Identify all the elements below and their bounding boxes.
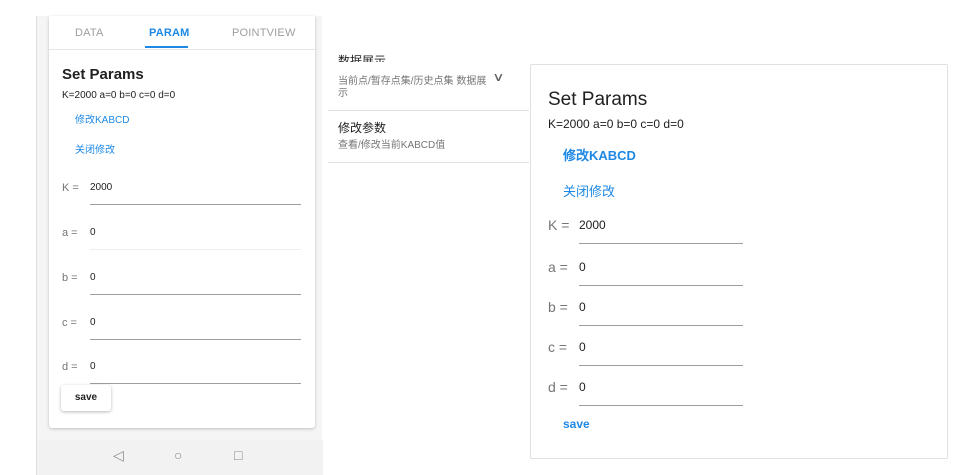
- menu-divider: [328, 162, 529, 163]
- tab-data[interactable]: DATA: [75, 27, 104, 39]
- menu-item-title: 修改参数: [338, 121, 387, 135]
- param-label-c: c =: [548, 339, 568, 355]
- params-summary: K=2000 a=0 b=0 c=0 d=0: [62, 90, 176, 101]
- param-field-a: a = 0: [548, 259, 748, 295]
- param-input-b[interactable]: 0: [90, 272, 96, 283]
- phone-preview: DATA PARAM POINTVIEW Set Params K=2000 a…: [36, 16, 323, 475]
- page: DATA PARAM POINTVIEW Set Params K=2000 a…: [0, 0, 968, 475]
- params-title: Set Params: [62, 66, 144, 83]
- input-underline: [579, 243, 743, 244]
- param-field-b: b = 0: [548, 299, 748, 335]
- param-input-d[interactable]: 0: [90, 361, 96, 372]
- phone-param-card: DATA PARAM POINTVIEW Set Params K=2000 a…: [49, 16, 315, 428]
- param-label-k: K =: [62, 182, 79, 194]
- param-label-d: d =: [548, 379, 568, 395]
- menu-item-title: 数据展示: [338, 54, 387, 62]
- param-label-a: a =: [62, 227, 78, 239]
- input-underline: [579, 365, 743, 366]
- menu-item-desc: 查看/修改当前KABCD值: [338, 140, 446, 151]
- param-field-k: K = 2000: [62, 176, 312, 220]
- save-button[interactable]: save: [563, 417, 590, 431]
- param-card: Set Params K=2000 a=0 b=0 c=0 d=0 修改KABC…: [530, 64, 948, 459]
- param-input-c[interactable]: 0: [579, 340, 586, 354]
- android-nav-bar: ◁ ○ □: [37, 440, 323, 475]
- param-input-d[interactable]: 0: [579, 380, 586, 394]
- close-edit-link[interactable]: 关闭修改: [563, 181, 615, 200]
- param-input-a[interactable]: 0: [90, 227, 96, 238]
- edit-kabcd-link[interactable]: 修改KABCD: [563, 145, 636, 164]
- tab-pointview[interactable]: POINTVIEW: [232, 27, 296, 39]
- input-underline: [579, 405, 743, 406]
- param-label-b: b =: [62, 272, 78, 284]
- tab-param[interactable]: PARAM: [149, 27, 190, 39]
- chevron-down-icon[interactable]: ∨: [492, 70, 504, 84]
- edit-kabcd-link[interactable]: 修改KABCD: [75, 111, 129, 126]
- param-input-c[interactable]: 0: [90, 317, 96, 328]
- param-field-b: b = 0: [62, 266, 312, 310]
- tab-bar: DATA PARAM POINTVIEW: [49, 16, 315, 50]
- param-field-d: d = 0: [548, 379, 748, 415]
- input-underline: [90, 339, 301, 340]
- home-icon[interactable]: ○: [174, 447, 182, 463]
- menu-item-desc: 当前点/暂存点集/历史点集 数据展示: [338, 76, 487, 99]
- param-label-c: c =: [62, 317, 77, 329]
- param-label-k: K =: [548, 217, 570, 233]
- param-label-b: b =: [548, 299, 568, 315]
- param-input-k[interactable]: 2000: [579, 218, 606, 232]
- save-button[interactable]: save: [61, 385, 111, 411]
- param-input-k[interactable]: 2000: [90, 182, 112, 193]
- param-field-k: K = 2000: [548, 217, 748, 253]
- param-label-d: d =: [62, 361, 78, 373]
- back-icon[interactable]: ◁: [113, 447, 124, 464]
- param-input-b[interactable]: 0: [579, 300, 586, 314]
- close-edit-link[interactable]: 关闭修改: [75, 141, 115, 156]
- input-underline: [90, 249, 301, 250]
- side-menu: 数据展示 当前点/暂存点集/历史点集 数据展示 ∨ 修改参数 查看/修改当前KA…: [328, 54, 529, 163]
- input-underline: [90, 383, 301, 384]
- param-input-a[interactable]: 0: [579, 260, 586, 274]
- params-summary: K=2000 a=0 b=0 c=0 d=0: [548, 117, 684, 131]
- active-tab-indicator: [145, 46, 188, 48]
- input-underline: [90, 204, 301, 205]
- menu-item-edit-params[interactable]: 修改参数 查看/修改当前KABCD值: [338, 119, 488, 152]
- input-underline: [579, 325, 743, 326]
- params-title: Set Params: [548, 89, 648, 110]
- param-field-a: a = 0: [62, 221, 312, 265]
- menu-divider: [328, 110, 529, 111]
- param-field-c: c = 0: [548, 339, 748, 375]
- input-underline: [90, 294, 301, 295]
- input-underline: [579, 285, 743, 286]
- param-field-c: c = 0: [62, 311, 312, 355]
- recent-apps-icon[interactable]: □: [234, 447, 242, 463]
- param-label-a: a =: [548, 259, 568, 275]
